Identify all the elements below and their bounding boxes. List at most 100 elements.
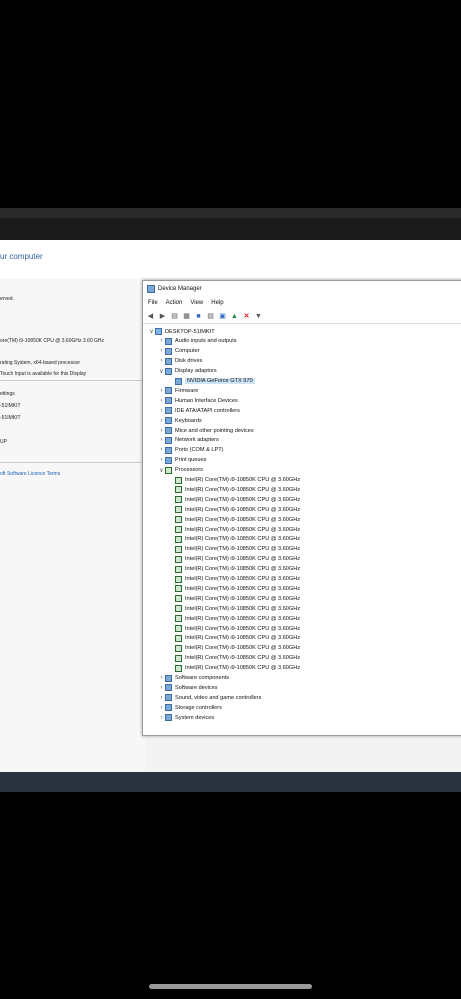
chevron-right-icon[interactable]: › xyxy=(158,685,165,691)
cpu-icon xyxy=(175,634,182,642)
chevron-right-icon[interactable]: › xyxy=(158,358,165,364)
view-icon[interactable]: ▤ xyxy=(206,313,215,321)
tree-root[interactable]: ∨ DESKTOP-51IMKIT xyxy=(148,327,215,336)
tree-item-processor[interactable]: Intel(R) Core(TM) i9-10850K CPU @ 3.60GH… xyxy=(168,644,300,653)
tree-item-gpu[interactable]: NVIDIA GeForce GTX 970 xyxy=(168,377,255,386)
menu-view[interactable]: View xyxy=(190,300,203,306)
tree-category[interactable]: › IDE ATA/ATAPI controllers xyxy=(158,406,240,415)
tree-category[interactable]: › Mice and other pointing devices xyxy=(158,426,254,435)
tree-item-processor[interactable]: Intel(R) Core(TM) i9-10850K CPU @ 3.60GH… xyxy=(168,485,300,494)
cpu-icon xyxy=(175,615,182,623)
window-top-strip xyxy=(0,208,461,218)
tree-item-processor[interactable]: Intel(R) Core(TM) i9-10850K CPU @ 3.60GH… xyxy=(168,565,300,574)
forward-arrow-icon[interactable]: ▶ xyxy=(158,313,167,321)
tree-item-processor[interactable]: Intel(R) Core(TM) i9-10850K CPU @ 3.60GH… xyxy=(168,634,300,643)
chevron-right-icon[interactable]: › xyxy=(158,705,165,711)
home-indicator[interactable] xyxy=(149,984,312,989)
cpu-icon xyxy=(175,654,182,662)
tree-item-processor[interactable]: Intel(R) Core(TM) i9-10850K CPU @ 3.60GH… xyxy=(168,594,300,603)
tree-category[interactable]: › Disk drives xyxy=(158,357,202,366)
tree-item-processor[interactable]: Intel(R) Core(TM) i9-10850K CPU @ 3.60GH… xyxy=(168,654,300,663)
chevron-down-icon[interactable]: ∨ xyxy=(148,328,155,335)
menu-action[interactable]: Action xyxy=(166,300,183,306)
chevron-right-icon[interactable]: › xyxy=(158,695,165,701)
tree-category[interactable]: › Audio inputs and outputs xyxy=(158,337,237,346)
tree-item-processor[interactable]: Intel(R) Core(TM) i9-10850K CPU @ 3.60GH… xyxy=(168,555,300,564)
device-manager-window: Device Manager File Action View Help ◀ ▶… xyxy=(142,280,461,736)
chevron-right-icon[interactable]: › xyxy=(158,447,165,453)
tree-category-processors[interactable]: ∨ Processors xyxy=(158,466,203,475)
system-info-line: ore(TM) i9-10850K CPU @ 3.60GHz 3.60 GHz xyxy=(0,338,105,344)
processor-icon xyxy=(165,466,172,474)
chevron-right-icon[interactable]: › xyxy=(158,348,165,354)
tree-item-label: Intel(R) Core(TM) i9-10850K CPU @ 3.60GH… xyxy=(185,585,301,592)
tree-category[interactable]: › Sound, video and game controllers xyxy=(158,693,261,702)
tree-item-processor[interactable]: Intel(R) Core(TM) i9-10850K CPU @ 3.60GH… xyxy=(168,525,300,534)
tree-category[interactable]: › Human Interface Devices xyxy=(158,396,238,405)
chevron-down-icon[interactable]: ∨ xyxy=(158,467,165,474)
tree-item-processor[interactable]: Intel(R) Core(TM) i9-10850K CPU @ 3.60GH… xyxy=(168,604,300,613)
update-driver-icon[interactable]: ▲ xyxy=(230,313,239,321)
help-icon[interactable]: ■ xyxy=(194,313,203,321)
tree-item-processor[interactable]: Intel(R) Core(TM) i9-10850K CPU @ 3.60GH… xyxy=(168,515,300,524)
tree-item-processor[interactable]: Intel(R) Core(TM) i9-10850K CPU @ 3.60GH… xyxy=(168,664,300,673)
cpu-icon xyxy=(175,516,182,524)
tree-item-label: Processors xyxy=(175,467,203,474)
tree-item-processor[interactable]: Intel(R) Core(TM) i9-10850K CPU @ 3.60GH… xyxy=(168,614,300,623)
licence-terms-link[interactable]: oft Software Licence Terms xyxy=(0,471,60,477)
page-title: ur computer xyxy=(0,252,43,261)
chevron-right-icon[interactable]: › xyxy=(158,408,165,414)
system-device-icon xyxy=(165,714,172,722)
tree-item-processor[interactable]: Intel(R) Core(TM) i9-10850K CPU @ 3.60GH… xyxy=(168,495,300,504)
back-arrow-icon[interactable]: ◀ xyxy=(146,313,155,321)
printer-icon xyxy=(165,456,172,464)
chevron-right-icon[interactable]: › xyxy=(158,457,165,463)
tree-category[interactable]: › Software components xyxy=(158,674,229,683)
download-icon[interactable]: ▼ xyxy=(254,313,263,321)
tree-category-display-adaptors[interactable]: ∨ Display adaptors xyxy=(158,367,217,376)
tree-item-label: Intel(R) Core(TM) i9-10850K CPU @ 3.60GH… xyxy=(185,546,301,553)
tree-category[interactable]: › Storage controllers xyxy=(158,703,222,712)
properties-view-icon[interactable]: ▤ xyxy=(170,313,179,321)
chevron-right-icon[interactable]: › xyxy=(158,418,165,424)
tree-item-processor[interactable]: Intel(R) Core(TM) i9-10850K CPU @ 3.60GH… xyxy=(168,575,300,584)
tree-item-processor[interactable]: Intel(R) Core(TM) i9-10850K CPU @ 3.60GH… xyxy=(168,545,300,554)
tree-category[interactable]: › Print queues xyxy=(158,456,206,465)
scan-hardware-icon[interactable]: ▣ xyxy=(218,313,227,321)
tree-item-label: Intel(R) Core(TM) i9-10850K CPU @ 3.60GH… xyxy=(185,536,301,543)
cpu-icon xyxy=(175,595,182,603)
tree-category[interactable]: › Firmware xyxy=(158,386,198,395)
tree-category[interactable]: › Network adapters xyxy=(158,436,219,445)
computer-icon xyxy=(165,347,172,355)
chevron-down-icon[interactable]: ∨ xyxy=(158,368,165,375)
tree-category[interactable]: › System devices xyxy=(158,713,214,722)
chevron-right-icon[interactable]: › xyxy=(158,715,165,721)
tree-item-processor[interactable]: Intel(R) Core(TM) i9-10850K CPU @ 3.60GH… xyxy=(168,584,300,593)
menu-help[interactable]: Help xyxy=(211,300,223,306)
tree-item-label: System devices xyxy=(175,714,215,721)
ide-icon xyxy=(165,407,172,415)
cpu-icon xyxy=(175,555,182,563)
chevron-right-icon[interactable]: › xyxy=(158,428,165,434)
tree-item-label: Keyboards xyxy=(175,417,202,424)
chevron-right-icon[interactable]: › xyxy=(158,398,165,404)
chevron-right-icon[interactable]: › xyxy=(158,338,165,344)
tree-item-label: Disk drives xyxy=(175,358,203,365)
tree-item-processor[interactable]: Intel(R) Core(TM) i9-10850K CPU @ 3.60GH… xyxy=(168,535,300,544)
tree-item-processor[interactable]: Intel(R) Core(TM) i9-10850K CPU @ 3.60GH… xyxy=(168,624,300,633)
tree-item-processor[interactable]: Intel(R) Core(TM) i9-10850K CPU @ 3.60GH… xyxy=(168,476,300,485)
show-hide-tree-icon[interactable]: ▦ xyxy=(182,313,191,321)
menu-file[interactable]: File xyxy=(148,300,158,306)
tree-item-processor[interactable]: Intel(R) Core(TM) i9-10850K CPU @ 3.60GH… xyxy=(168,505,300,514)
chevron-right-icon[interactable]: › xyxy=(158,675,165,681)
system-info-line: -51IMKIT xyxy=(0,403,21,409)
tree-category[interactable]: › Computer xyxy=(158,347,200,356)
gpu-icon xyxy=(175,377,182,385)
chevron-right-icon[interactable]: › xyxy=(158,437,165,443)
tree-category[interactable]: › Keyboards xyxy=(158,416,202,425)
tree-category[interactable]: › Ports (COM & LPT) xyxy=(158,446,223,455)
tree-category[interactable]: › Software devices xyxy=(158,683,218,692)
uninstall-x-icon[interactable]: ✕ xyxy=(242,313,251,321)
chevron-right-icon[interactable]: › xyxy=(158,388,165,394)
taskbar-band xyxy=(0,772,461,792)
